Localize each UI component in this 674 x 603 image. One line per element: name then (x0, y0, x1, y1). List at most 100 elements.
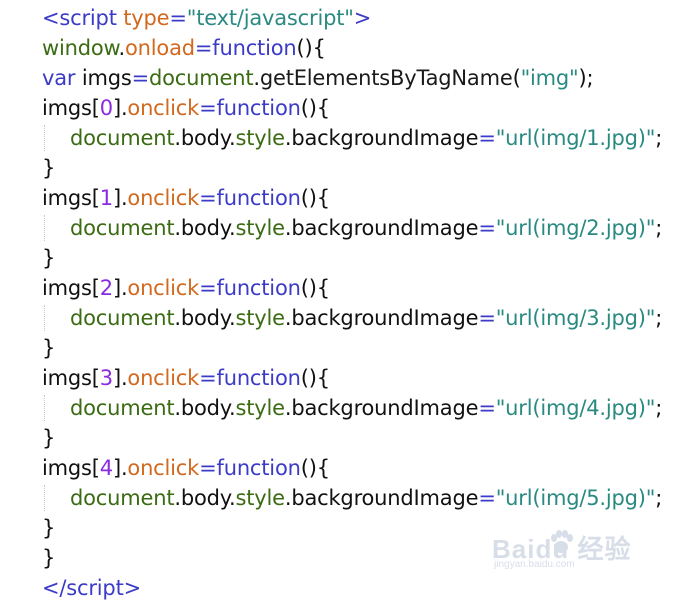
code-token: [ (91, 276, 100, 300)
editor-gutter (0, 0, 36, 595)
watermark-url: jingyan.baidu.com (494, 559, 575, 570)
code-token: backgroundImage (291, 126, 479, 150)
code-token: = (478, 306, 496, 330)
code-token: "url(img/5.jpg)" (495, 486, 656, 510)
code-token: ] (112, 186, 121, 210)
code-token: body (180, 126, 229, 150)
code-token: [ (91, 366, 100, 390)
code-token: ( (512, 66, 521, 90)
code-token: 4 (99, 456, 113, 480)
code-token: = (131, 66, 150, 90)
code-token: document (70, 306, 175, 330)
code-token: function (212, 36, 297, 60)
code-token: [ (91, 96, 100, 120)
code-token: } (42, 516, 56, 540)
code-line[interactable]: <script type="text/javascript"> (42, 3, 371, 33)
code-line[interactable]: document.body.style.backgroundImage="url… (70, 123, 662, 153)
code-token: backgroundImage (291, 396, 479, 420)
code-line[interactable]: imgs[2].onclick=function(){ (42, 273, 330, 303)
code-token: 1 (99, 186, 113, 210)
code-token: = (199, 186, 217, 210)
code-token: function (216, 96, 301, 120)
code-token: = (478, 126, 496, 150)
code-token: document (70, 486, 175, 510)
code-token: = (199, 276, 217, 300)
code-token: script (59, 6, 117, 30)
code-line[interactable]: document.body.style.backgroundImage="url… (70, 483, 662, 513)
indent-guide (44, 485, 45, 511)
code-token: imgs (42, 186, 92, 210)
code-token: } (42, 336, 56, 360)
code-line[interactable]: } (42, 243, 55, 273)
indent-guide (44, 395, 45, 421)
code-line[interactable]: document.body.style.backgroundImage="url… (70, 393, 662, 423)
code-line[interactable]: imgs[4].onclick=function(){ (42, 453, 330, 483)
code-token: (){ (300, 366, 330, 390)
code-token: imgs (42, 276, 92, 300)
code-token: getElementsByTagName (259, 66, 513, 90)
code-line[interactable]: } (42, 543, 55, 573)
code-token: onclick (127, 96, 200, 120)
code-token: script (66, 576, 124, 600)
indent-guide (44, 125, 45, 151)
code-line[interactable]: } (42, 513, 55, 543)
code-token: } (42, 246, 56, 270)
code-token: = (478, 396, 496, 420)
code-line[interactable]: imgs[1].onclick=function(){ (42, 183, 330, 213)
code-token: } (42, 426, 56, 450)
code-token: ; (655, 216, 663, 240)
code-token: (){ (300, 186, 330, 210)
code-token: } (42, 546, 56, 570)
code-token: function (216, 276, 301, 300)
code-token: "url(img/3.jpg)" (495, 306, 656, 330)
code-editor[interactable]: <script type="text/javascript"> window.on… (0, 0, 674, 600)
code-line[interactable]: } (42, 423, 55, 453)
code-token: type (123, 6, 170, 30)
code-token: backgroundImage (291, 306, 479, 330)
code-token: ; (655, 486, 663, 510)
code-line[interactable]: window.onload=function(){ (42, 33, 326, 63)
code-token: </ (42, 576, 67, 600)
code-line[interactable]: imgs[3].onclick=function(){ (42, 363, 330, 393)
code-token: imgs (42, 366, 92, 390)
code-token: body (180, 396, 229, 420)
code-token: "img" (520, 66, 579, 90)
code-token: backgroundImage (291, 216, 479, 240)
code-token: < (42, 6, 60, 30)
code-token: document (149, 66, 254, 90)
code-line[interactable]: } (42, 333, 55, 363)
code-token: = (478, 486, 496, 510)
code-line[interactable]: imgs[0].onclick=function(){ (42, 93, 330, 123)
code-token: document (70, 216, 175, 240)
code-token: document (70, 396, 175, 420)
code-line[interactable]: } (42, 153, 55, 183)
indent-guide (44, 215, 45, 241)
code-token: style (235, 306, 285, 330)
code-token: style (235, 396, 285, 420)
code-line[interactable]: document.body.style.backgroundImage="url… (70, 303, 662, 333)
code-token: "url(img/4.jpg)" (495, 396, 656, 420)
indent-guide (44, 305, 45, 331)
code-token: (){ (300, 276, 330, 300)
code-token: 2 (99, 276, 113, 300)
code-token: onclick (127, 456, 200, 480)
code-token: > (123, 576, 142, 600)
code-token: ; (655, 126, 663, 150)
code-line[interactable]: </script> (42, 573, 141, 603)
code-token: ; (655, 306, 663, 330)
code-token: ; (655, 396, 663, 420)
code-token: = (199, 456, 217, 480)
code-token: onload (125, 36, 195, 60)
code-token: = (169, 6, 187, 30)
code-token: (){ (300, 456, 330, 480)
code-token: [ (91, 456, 100, 480)
code-line[interactable]: var imgs=document.getElementsByTagName("… (42, 63, 594, 93)
code-token: = (199, 96, 217, 120)
baidu-jingyan-watermark: Baidu 经验 jingyan.baidu.com (488, 525, 638, 573)
code-token: onclick (127, 276, 200, 300)
code-token: [ (91, 186, 100, 210)
code-token: var (42, 66, 76, 90)
code-line[interactable]: document.body.style.backgroundImage="url… (70, 213, 662, 243)
code-token: onclick (127, 186, 200, 210)
paw-icon (551, 530, 573, 553)
